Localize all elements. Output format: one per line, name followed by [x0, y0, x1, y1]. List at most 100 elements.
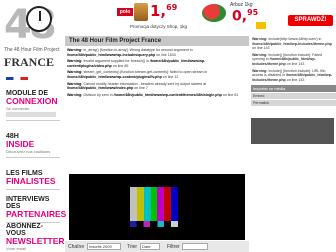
inside-big[interactable]: INSIDE [6, 140, 60, 149]
ad-price-2-dec: 95 [247, 8, 259, 17]
video-toolbar: Chaîne Inscrits 2009 Trier Date Filtrer [65, 241, 249, 252]
finalists-big[interactable]: FINALISTES [6, 177, 60, 186]
login-hint[interactable]: Se connecter [6, 106, 60, 111]
ad-brand-logo: polo [117, 8, 133, 16]
test-card-bar [157, 187, 165, 221]
watermelon-image [202, 4, 226, 22]
right-warning-list: Warning: include(http://www.48hfp.com/) … [251, 37, 336, 82]
warning-line: on line 1634 [156, 52, 176, 57]
sidebar: 48 The 48 Hour Film Project FRANCE MODUL… [0, 0, 66, 252]
php-warning: Warning: include() [function.include]: U… [252, 69, 334, 83]
inside-section: 48H INSIDE Découvrez nos coulisses [6, 133, 60, 158]
clock-icon [26, 6, 52, 32]
php-warning: Warning: include() [function.include]: F… [252, 53, 334, 67]
filtrer-label: Filtrer [167, 244, 180, 250]
right-column: Warning: include(http://www.48hfp.com/) … [251, 36, 336, 252]
chaine-label: Chaîne [68, 244, 85, 250]
login-input[interactable] [6, 112, 56, 117]
warning-prefix: Warning: [252, 68, 268, 73]
newsletter-small: ABONNEZ-VOUS [6, 223, 43, 237]
divider [6, 120, 60, 121]
warning-prefix: Warning: [67, 70, 83, 75]
newsletter-big[interactable]: NEWSLETTER [6, 237, 65, 246]
import-row-permalink[interactable]: Permalink [251, 100, 336, 107]
test-card-bar [171, 187, 179, 221]
ad-price-1: 1,69 [150, 2, 177, 20]
php-warning: Warning: Cannot modify header informatio… [67, 82, 247, 91]
ad-caption: Promocja dotyczy Shop, 1kg [130, 24, 188, 29]
trier-label: Trier [127, 244, 138, 250]
php-warning: Warning: Invalid argument supplied for f… [67, 59, 247, 68]
ad-banner[interactable]: polo 1,69 Arbuz 1kg 0,95 SPRAWDŹ! Promoc… [112, 0, 336, 32]
warning-prefix: Warning: [67, 92, 83, 97]
php-warning: Warning: in_array() [function.in-array]:… [67, 48, 247, 57]
flag-icon [6, 76, 28, 80]
test-card-bar [136, 187, 144, 221]
warning-text: in_array() [function.in-array]: Wrong da… [83, 48, 193, 52]
php-warning: Warning: include(http://www.48hfp.com/) … [252, 37, 334, 51]
page: 48 The 48 Hour Film Project FRANCE MODUL… [0, 0, 336, 252]
warning-file: /home/48h/public_html/www/wp-includes/qu… [67, 52, 156, 57]
warning-line: on line 61 [222, 92, 239, 97]
partners-big[interactable]: PARTENAIRES [6, 210, 66, 219]
logo-country-text: FRANCE [4, 55, 54, 69]
warning-text: stream_get_contents() [function.stream-g… [83, 70, 208, 75]
ad-cta-button[interactable]: SPRAWDŹ! [288, 15, 333, 26]
video-player[interactable] [69, 174, 245, 240]
ad-price-2: 0,95 [232, 8, 258, 25]
logo-subtitle: The 48 Hour Film Project [4, 47, 60, 53]
test-card-bar [150, 187, 158, 221]
ad-badge [256, 22, 266, 29]
login-big[interactable]: CONNEXION [6, 97, 60, 106]
newsletter-hint[interactable]: Votre email [6, 246, 60, 251]
ad-price-2-int: 0, [232, 8, 248, 25]
warning-file: /home/48h/public_html/www/wp-content/the… [113, 92, 222, 97]
warning-line: on line 7 [134, 86, 148, 91]
warning-text: include(http://www.48hfp.com/) in [268, 37, 322, 41]
divider [6, 157, 60, 158]
warning-line: on line 85 [112, 63, 129, 68]
warning-text: Cannot modify header information - heade… [83, 81, 207, 86]
warning-prefix: Warning: [67, 59, 83, 64]
newsletter-section: ABONNEZ-VOUS NEWSLETTER Votre email [6, 223, 65, 251]
filtrer-select[interactable] [182, 243, 208, 250]
test-card-lower [130, 221, 178, 227]
warning-line: on line 143 [252, 46, 270, 51]
php-warning: Warning: Division by zero in /home/48h/p… [67, 93, 247, 98]
promo-image[interactable] [251, 118, 334, 145]
page-title: The 48 Hour Film Project France [65, 36, 249, 46]
test-card-bar [143, 187, 151, 221]
divider [6, 189, 60, 190]
partners-section[interactable]: INTERVIEWS DES PARTENAIRES [6, 196, 66, 223]
warning-prefix: Warning: [67, 81, 83, 86]
ad-price-1-int: 1, [150, 2, 167, 20]
main-content: The 48 Hour Film Project France Warning:… [65, 36, 249, 246]
ad-price-1-dec: 69 [166, 3, 178, 12]
warning-line: on line 143 [286, 77, 305, 82]
site-logo[interactable]: 48 The 48 Hour Film Project FRANCE [0, 2, 60, 82]
warning-line: on line 143 [286, 61, 305, 66]
partners-small: INTERVIEWS DES [6, 196, 50, 210]
warning-file: /home/48h/public_html/wp-includes/theme.… [252, 41, 332, 46]
warning-file: /home/48h/public_html/www/index.php [67, 86, 134, 91]
import-box-title: Importer ce média [251, 85, 336, 93]
ad-product-image [134, 3, 148, 21]
inside-hint: Découvrez nos coulisses [6, 149, 51, 154]
warning-text: Invalid argument supplied for foreach() … [83, 59, 149, 64]
warning-list: Warning: in_array() [function.in-array]:… [65, 48, 249, 97]
test-card-bar [164, 187, 172, 221]
import-row-embed[interactable]: Embed [251, 93, 336, 100]
chaine-select[interactable]: Inscrits 2009 [87, 243, 121, 250]
login-section: MODULE DE CONNEXION Se connecter [6, 90, 60, 121]
warning-prefix: Warning: [252, 37, 268, 41]
warning-prefix: Warning: [252, 52, 268, 57]
warning-text: Division by zero in [83, 92, 113, 97]
warning-file: /home/48h/public_html/www/wp-content/plu… [67, 74, 162, 79]
finalists-section[interactable]: LES FILMS FINALISTES [6, 170, 60, 190]
logo-country: FRANCE [4, 55, 60, 85]
trier-select[interactable]: Date [140, 243, 160, 250]
warning-prefix: Warning: [67, 48, 83, 52]
test-card [130, 187, 179, 221]
warning-line: on line 12 [162, 74, 179, 79]
php-warning: Warning: stream_get_contents() [function… [67, 70, 247, 79]
